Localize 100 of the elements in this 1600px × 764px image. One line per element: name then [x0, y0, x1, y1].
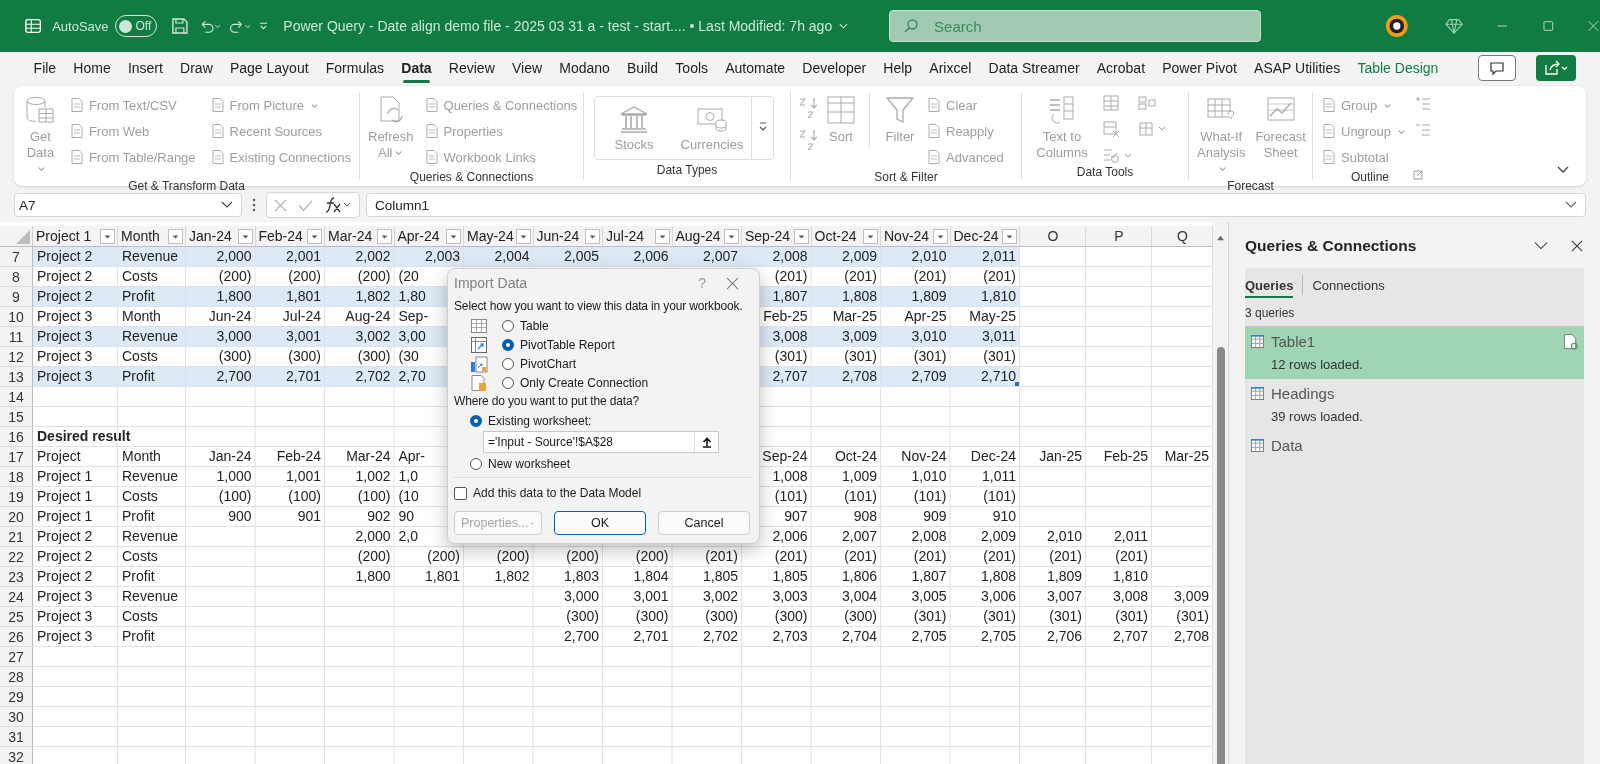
table-cell-text: (100) — [217, 487, 253, 506]
row-number[interactable]: 16 — [0, 427, 33, 447]
query-item[interactable]: Data — [1245, 431, 1584, 483]
ribbon-tab[interactable]: Tools — [666, 52, 717, 84]
column-header[interactable]: Mar-24 — [325, 226, 395, 247]
row-number[interactable]: 17 — [0, 447, 33, 467]
row-number[interactable]: 18 — [0, 467, 33, 487]
column-header[interactable]: Oct-24 — [811, 226, 881, 247]
row-number[interactable]: 15 — [0, 407, 33, 427]
table-cell-text: 2,707 — [1111, 627, 1149, 646]
ribbon-tab[interactable]: Build — [618, 52, 667, 84]
table-cell-text: (300) — [634, 607, 670, 626]
row-number[interactable]: 24 — [0, 587, 33, 607]
table-cell-text: 910 — [991, 507, 1017, 526]
ribbon-tab[interactable]: Acrobat — [1088, 52, 1154, 84]
formula-field[interactable]: Column1 — [366, 193, 1586, 217]
row-number[interactable]: 20 — [0, 507, 33, 527]
row-number[interactable]: 26 — [0, 627, 33, 647]
table-cell-text: Profit — [121, 627, 156, 646]
ribbon-tab[interactable]: Formulas — [317, 52, 393, 84]
dialog-button[interactable]: Cancel — [658, 511, 750, 535]
column-header[interactable]: Sep-24 — [742, 226, 812, 247]
table-cell: 3,010 — [881, 327, 951, 347]
row-number[interactable]: 11 — [0, 327, 33, 347]
query-item[interactable]: Table1 12 rows loaded. — [1245, 327, 1584, 379]
ribbon-tab[interactable]: Page Layout — [221, 52, 318, 84]
row-number[interactable]: 25 — [0, 607, 33, 627]
row-number[interactable]: 7 — [0, 247, 33, 267]
ribbon-tab[interactable]: File — [25, 52, 65, 84]
table-cell-text: 1,809 — [1045, 567, 1083, 586]
row-number[interactable]: 12 — [0, 347, 33, 367]
pane-tab[interactable]: Connections — [1312, 272, 1385, 298]
ribbon-tab[interactable]: Data — [392, 52, 441, 84]
column-header[interactable]: Month — [118, 226, 186, 247]
column-header[interactable]: Dec-24 — [950, 226, 1020, 247]
dialog-title: Import Data — [454, 275, 528, 291]
row-number[interactable]: 30 — [0, 707, 33, 727]
ribbon-tab[interactable]: Insert — [119, 52, 172, 84]
ribbon-tab[interactable]: Automate — [716, 52, 794, 84]
row-number[interactable]: 23 — [0, 567, 33, 587]
row-number[interactable]: 21 — [0, 527, 33, 547]
column-header[interactable]: Apr-24 — [394, 226, 464, 247]
table-cell-text: Apr-25 — [903, 307, 948, 326]
checkbox-label: Add this data to the Data Model — [473, 486, 642, 500]
location-field[interactable]: ='Input - Source'!$A$28 — [483, 431, 719, 453]
table-cell: 2,004 — [464, 247, 534, 267]
table-cell-text: 900 — [227, 507, 253, 526]
table-cell-text: (200) — [356, 547, 392, 566]
table-cell-text: (101) — [843, 487, 878, 506]
column-label: Jan-24 — [189, 228, 232, 244]
ribbon-tab[interactable]: Home — [64, 52, 120, 84]
ribbon-tab[interactable]: Modano — [550, 52, 619, 84]
column-header[interactable]: Aug-24 — [672, 226, 742, 247]
row-number[interactable]: 8 — [0, 267, 33, 287]
row-number[interactable]: 32 — [0, 747, 33, 764]
row-number[interactable]: 10 — [0, 307, 33, 327]
table-cell: Project 3 — [33, 327, 118, 347]
dialog-button[interactable]: OK — [554, 511, 646, 535]
ribbon-tab[interactable]: Help — [874, 52, 921, 84]
column-header[interactable]: P — [1086, 226, 1152, 247]
ribbon-tab[interactable]: Arixcel — [920, 52, 980, 84]
ribbon-tab[interactable]: Data Streamer — [979, 52, 1089, 84]
table-cell-text: Apr- — [397, 447, 426, 466]
ribbon-tab[interactable]: Review — [440, 52, 504, 84]
column-header[interactable]: Feb-24 — [255, 226, 325, 247]
pane-tab[interactable]: Queries — [1245, 272, 1294, 298]
column-header[interactable]: Nov-24 — [881, 226, 951, 247]
search-field[interactable]: Search — [889, 10, 1262, 42]
ribbon-tab[interactable]: View — [503, 52, 551, 84]
column-header[interactable]: Q — [1152, 226, 1213, 247]
ribbon-tab[interactable]: Developer — [793, 52, 875, 84]
table-cell-text: (201) — [982, 267, 1017, 286]
row-number[interactable]: 28 — [0, 667, 33, 687]
row-number[interactable]: 19 — [0, 487, 33, 507]
ribbon-tab[interactable]: Draw — [171, 52, 222, 84]
column-header[interactable]: Jan-24 — [186, 226, 256, 247]
table-cell-text: (201) — [912, 547, 948, 566]
table-cell-text: Profit — [121, 507, 156, 526]
row-number[interactable]: 14 — [0, 387, 33, 407]
column-header[interactable]: Project 1 — [33, 226, 118, 247]
radio-label: Only Create Connection — [520, 375, 649, 390]
row-number[interactable]: 13 — [0, 367, 33, 387]
ribbon-tab[interactable]: ASAP Utilities — [1245, 52, 1349, 84]
ribbon-tab[interactable]: Table Design — [1348, 52, 1447, 84]
column-header[interactable]: Jul-24 — [603, 226, 673, 247]
table-cell-text: (201) — [843, 547, 878, 566]
name-box[interactable]: A7 — [14, 193, 242, 217]
row-number[interactable]: 27 — [0, 647, 33, 667]
table-cell-text: Project 3 — [36, 627, 94, 646]
row-number[interactable]: 22 — [0, 547, 33, 567]
row-number[interactable]: 31 — [0, 727, 33, 747]
column-header[interactable]: Jun-24 — [533, 226, 603, 247]
row-number[interactable]: 9 — [0, 287, 33, 307]
query-item[interactable]: Headings 39 rows loaded. — [1245, 379, 1584, 431]
column-header[interactable]: May-24 — [464, 226, 534, 247]
row-number[interactable]: 29 — [0, 687, 33, 707]
table-cell-text: (100) — [356, 487, 392, 506]
column-header[interactable]: O — [1020, 226, 1086, 247]
ribbon-tab[interactable]: Power Pivot — [1153, 52, 1246, 84]
table-cell-text: 1,011 — [981, 467, 1017, 486]
